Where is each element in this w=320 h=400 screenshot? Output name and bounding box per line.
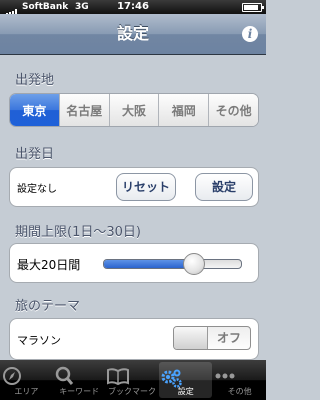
tab-label: キーワード xyxy=(59,387,100,396)
tab-label: エリア xyxy=(14,387,39,396)
period-header: 期間上限(1日〜30日) xyxy=(15,225,141,240)
tab-more[interactable]: その他 xyxy=(213,360,266,400)
departure-date-group: 設定なし リセット 設定 xyxy=(9,167,259,207)
gears-icon xyxy=(161,369,183,388)
status-bar: SoftBank 3G 17:46 xyxy=(0,0,266,17)
departure-segmented-control[interactable]: 東京 名古屋 大阪 福岡 その他 xyxy=(9,93,259,127)
clock: 17:46 xyxy=(117,1,149,12)
book-icon xyxy=(106,368,129,386)
period-value: 最大20日間 xyxy=(17,258,81,272)
tab-bar: エリア キーワード ブックマーク 設定 その他 xyxy=(0,360,266,400)
period-slider-fill xyxy=(104,260,194,268)
marathon-label: マラソン xyxy=(17,334,61,347)
tab-settings[interactable]: 設定 xyxy=(159,362,213,398)
info-icon[interactable]: i xyxy=(242,26,258,42)
toggle-label: オフ xyxy=(216,331,241,345)
tab-label: 設定 xyxy=(177,387,194,396)
departure-date-header: 出発日 xyxy=(15,147,55,162)
more-icon xyxy=(215,373,235,379)
segment-osaka[interactable]: 大阪 xyxy=(108,94,159,126)
departure-header: 出発地 xyxy=(15,73,55,88)
tab-label: ブックマーク xyxy=(107,387,156,396)
period-slider-thumb[interactable] xyxy=(183,253,205,275)
segment-fukuoka[interactable]: 福岡 xyxy=(158,94,209,126)
segment-nagoya[interactable]: 名古屋 xyxy=(58,94,109,126)
compass-icon xyxy=(3,367,21,385)
tab-area[interactable]: エリア xyxy=(0,360,53,400)
page-title: 設定 xyxy=(116,24,149,43)
settings-content[interactable]: 出発地 東京 名古屋 大阪 福岡 その他 出発日 設定なし リセット 設定 期間… xyxy=(0,55,266,360)
tab-keyword[interactable]: キーワード xyxy=(53,360,106,400)
toggle-knob xyxy=(174,327,208,349)
theme-group: マラソン オフ xyxy=(9,318,259,360)
magnifier-icon xyxy=(55,366,73,385)
period-slider-track[interactable] xyxy=(103,259,242,269)
theme-header: 旅のテーマ xyxy=(15,299,81,314)
marathon-toggle[interactable]: オフ xyxy=(173,326,251,350)
tab-bookmark[interactable]: ブックマーク xyxy=(106,360,159,400)
period-group: 最大20日間 xyxy=(9,243,259,283)
segment-other[interactable]: その他 xyxy=(208,94,258,126)
reset-button[interactable]: リセット xyxy=(116,173,176,201)
segment-tokyo[interactable]: 東京 xyxy=(10,94,59,126)
set-date-button[interactable]: 設定 xyxy=(195,173,253,201)
departure-date-value: 設定なし xyxy=(17,184,57,195)
battery-icon xyxy=(242,3,264,12)
navigation-bar: 設定 i xyxy=(0,14,266,55)
tab-label: その他 xyxy=(227,387,252,396)
